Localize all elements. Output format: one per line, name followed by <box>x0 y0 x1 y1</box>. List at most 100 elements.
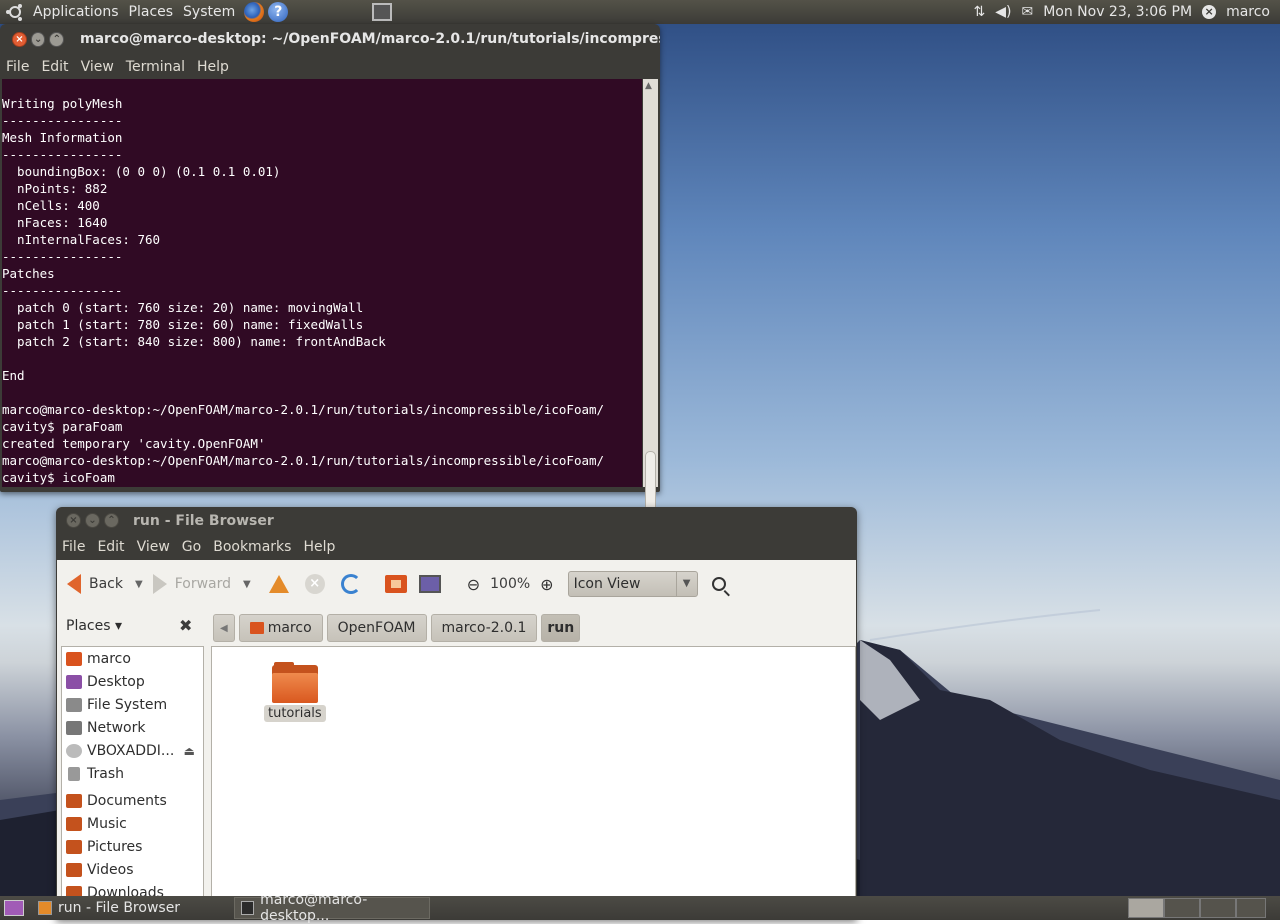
taskbar-item-terminal[interactable]: marco@marco-desktop... <box>234 892 430 924</box>
maximize-button[interactable]: ⌃ <box>104 513 119 528</box>
forward-arrow-icon <box>152 574 167 594</box>
terminal-line: cavity$ icoFoam <box>2 470 115 485</box>
file-browser-menubar: File Edit View Go Bookmarks Help <box>56 534 857 560</box>
menu-terminal[interactable]: Terminal <box>120 59 191 75</box>
breadcrumb-marco[interactable]: marco <box>238 614 323 642</box>
places-dropdown[interactable]: Places ▾ <box>66 618 122 634</box>
menu-help[interactable]: Help <box>191 59 235 75</box>
breadcrumb-marco-2.0.1[interactable]: marco-2.0.1 <box>430 614 538 642</box>
sidebar-item-marco[interactable]: marco <box>62 647 203 670</box>
terminal-output[interactable]: Writing polyMesh ---------------- Mesh I… <box>2 79 642 487</box>
zoom-level[interactable]: 100% <box>490 576 530 592</box>
home-icon[interactable] <box>384 575 407 593</box>
menu-help[interactable]: Help <box>297 539 341 555</box>
show-desktop-icon[interactable] <box>4 900 24 916</box>
back-arrow-icon <box>67 574 81 594</box>
sidebar-item-desktop[interactable]: Desktop <box>62 670 203 693</box>
sidebar-item-pictures[interactable]: Pictures <box>62 835 203 858</box>
ubuntu-logo-icon[interactable] <box>6 3 24 21</box>
applications-menu[interactable]: Applications <box>28 0 124 24</box>
terminal-line: ---------------- <box>2 249 123 264</box>
menu-edit[interactable]: Edit <box>91 539 130 555</box>
chevron-down-icon: ▾ <box>114 618 122 634</box>
stop-icon[interactable]: × <box>304 574 325 594</box>
mail-icon[interactable]: ✉ <box>1021 4 1033 20</box>
menu-go[interactable]: Go <box>176 539 207 555</box>
forward-history-dropdown-icon[interactable]: ▼ <box>243 579 251 590</box>
terminal-scrollbar[interactable]: ▲ <box>643 79 658 523</box>
session-icon[interactable]: × <box>1202 5 1217 19</box>
search-icon[interactable] <box>711 577 726 591</box>
taskbar-item-label: run - File Browser <box>58 900 181 916</box>
breadcrumb-scroll-left[interactable]: ◀ <box>213 614 235 642</box>
filesystem-icon <box>66 697 82 712</box>
user-name[interactable]: marco <box>1226 4 1270 20</box>
zoom-out-icon[interactable]: ⊖ <box>467 575 480 594</box>
documents-folder-icon <box>66 793 82 808</box>
menu-bookmarks[interactable]: Bookmarks <box>207 539 297 555</box>
network-indicator-icon[interactable]: ⇅ <box>973 4 985 20</box>
zoom-in-icon[interactable]: ⊕ <box>540 575 553 594</box>
close-sidebar-icon[interactable]: ✖ <box>179 616 192 635</box>
view-mode-select[interactable]: Icon View ▼ <box>567 571 698 597</box>
clock[interactable]: Mon Nov 23, 3:06 PM <box>1043 4 1192 20</box>
terminal-titlebar[interactable]: × ⌄ ⌃ marco@marco-desktop: ~/OpenFOAM/ma… <box>0 24 660 54</box>
breadcrumb-openfoam[interactable]: OpenFOAM <box>326 614 427 642</box>
show-desktop-icon[interactable] <box>372 3 393 21</box>
back-history-dropdown-icon[interactable]: ▼ <box>135 579 143 590</box>
sidebar-item-label: Videos <box>87 861 134 878</box>
sidebar-item-network[interactable]: Network <box>62 716 203 739</box>
minimize-button[interactable]: ⌄ <box>30 31 46 47</box>
terminal-line: created temporary 'cavity.OpenFOAM' <box>2 436 266 451</box>
sidebar-item-file-system[interactable]: File System <box>62 693 203 716</box>
forward-label: Forward <box>174 576 232 592</box>
menu-file[interactable]: File <box>0 59 35 75</box>
menu-view[interactable]: View <box>131 539 176 555</box>
back-button[interactable]: Back ▼ <box>67 574 143 594</box>
terminal-line: cavity$ paraFoam <box>2 419 123 434</box>
workspace-3[interactable] <box>1200 898 1236 918</box>
file-browser-toolbar: Back ▼ Forward ▼ × ⊖ 100% ⊕ Icon View ▼ <box>57 560 856 608</box>
sidebar-item-videos[interactable]: Videos <box>62 858 203 881</box>
breadcrumb-label: OpenFOAM <box>337 620 416 636</box>
file-view[interactable]: tutorials <box>211 646 856 920</box>
sidebar-item-trash[interactable]: Trash <box>62 762 203 785</box>
file-browser-titlebar[interactable]: × ⌄ ⌃ run - File Browser <box>56 507 857 534</box>
places-menu[interactable]: Places <box>124 0 179 24</box>
sidebar-item-music[interactable]: Music <box>62 812 203 835</box>
scroll-up-icon[interactable]: ▲ <box>645 81 652 91</box>
forward-button[interactable]: Forward ▼ <box>152 574 251 594</box>
close-button[interactable]: × <box>66 513 81 528</box>
close-icon: × <box>69 515 78 526</box>
eject-icon[interactable]: ⏏ <box>184 744 195 758</box>
volume-icon[interactable]: ◀) <box>995 4 1011 20</box>
trash-icon <box>68 766 80 781</box>
file-item-label[interactable]: tutorials <box>264 705 326 722</box>
taskbar-item-file-browser[interactable]: run - File Browser <box>32 897 226 919</box>
close-button[interactable]: × <box>12 31 27 47</box>
workspace-2[interactable] <box>1164 898 1200 918</box>
help-launcher-icon[interactable]: ? <box>268 2 289 22</box>
sidebar-item-documents[interactable]: Documents <box>62 789 203 812</box>
minimize-button[interactable]: ⌄ <box>85 513 100 528</box>
menu-file[interactable]: File <box>56 539 91 555</box>
maximize-button[interactable]: ⌃ <box>49 31 65 47</box>
firefox-launcher-icon[interactable] <box>244 2 265 22</box>
workspace-4[interactable] <box>1236 898 1266 918</box>
network-icon <box>66 720 82 735</box>
places-label: Places <box>66 618 111 634</box>
menu-edit[interactable]: Edit <box>35 59 74 75</box>
folder-icon[interactable] <box>272 662 318 703</box>
sidebar-item-vboxadditions[interactable]: VBOXADDI... ⏏ <box>62 739 203 762</box>
workspace-1[interactable] <box>1128 898 1164 918</box>
menu-view[interactable]: View <box>75 59 120 75</box>
system-menu[interactable]: System <box>178 0 240 24</box>
cdrom-icon <box>66 743 82 758</box>
sidebar-scrollbar[interactable] <box>204 646 210 920</box>
reload-icon[interactable] <box>340 574 361 594</box>
up-arrow-icon[interactable] <box>268 575 289 593</box>
minimize-icon: ⌄ <box>88 515 97 526</box>
breadcrumb-run[interactable]: run <box>541 614 581 642</box>
computer-icon[interactable] <box>418 575 441 593</box>
